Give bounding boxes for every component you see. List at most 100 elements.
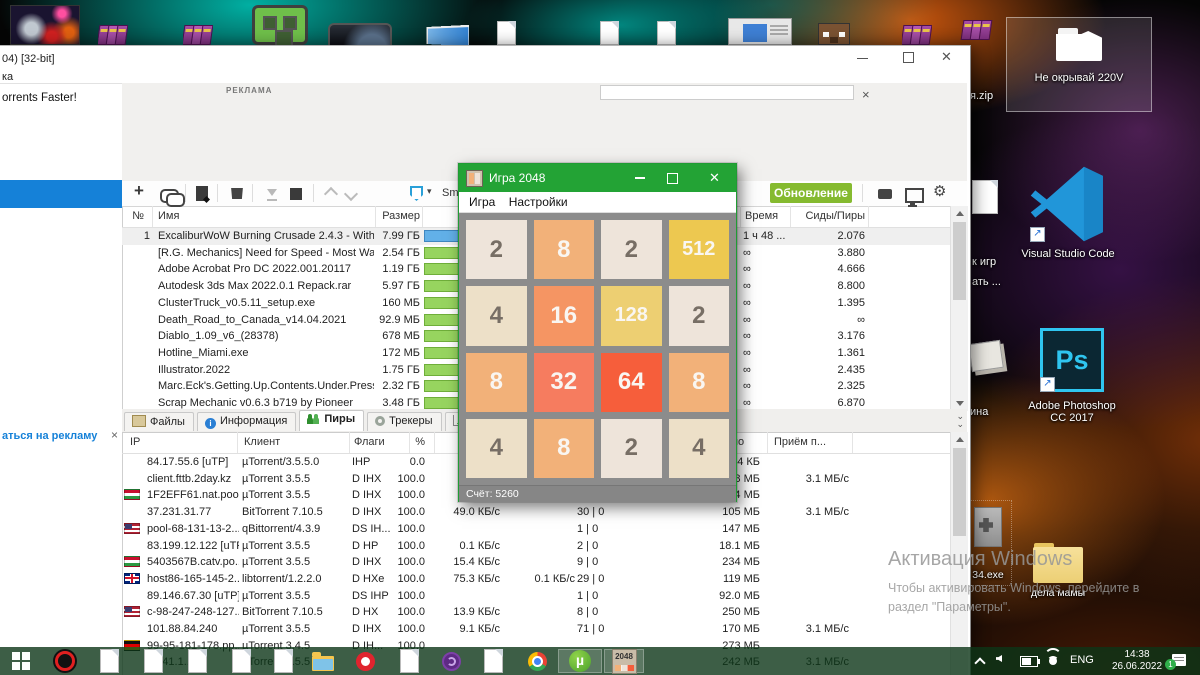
taskbar-chrome-button[interactable] — [524, 649, 550, 673]
report-ad-link[interactable]: аться на рекламу — [2, 430, 97, 442]
add-torrent-button[interactable]: + — [134, 183, 144, 199]
remote-devices-icon[interactable] — [905, 185, 924, 203]
photoshop-icon: Ps ↗ — [1040, 328, 1104, 392]
taskbar-game-2048-button[interactable]: 2048 — [604, 649, 644, 673]
stop-button[interactable] — [290, 185, 302, 200]
desktop-icon-game-thumbnail[interactable] — [10, 0, 80, 45]
tile-4: 4 — [466, 286, 527, 345]
menu-game[interactable]: Игра — [469, 195, 495, 209]
taskbar-document-button[interactable] — [184, 649, 210, 673]
taskbar-folder-button[interactable] — [310, 649, 336, 673]
tab-трекеры[interactable]: Трекеры — [367, 412, 441, 431]
col-pct[interactable]: % — [378, 436, 425, 448]
vscode-label: Visual Studio Code — [1008, 248, 1128, 260]
game-maximize-button[interactable] — [667, 173, 678, 184]
taskbar-document-button[interactable] — [140, 649, 166, 673]
game-minimize-button[interactable] — [635, 177, 645, 179]
tile-2: 2 — [466, 220, 527, 279]
taskbar-document-button[interactable] — [228, 649, 254, 673]
taskbar-clock[interactable]: 14:38 26.06.2022 — [1106, 649, 1168, 673]
peer-row[interactable]: 101.88.84.240µTorrent 3.5.5D IHX100.09.1… — [122, 621, 950, 638]
desktop-icon-creeper-icon[interactable] — [252, 0, 308, 45]
start-download-button[interactable] — [267, 185, 277, 201]
taskbar-opera-button[interactable] — [352, 649, 378, 673]
volume-icon[interactable] — [996, 655, 1002, 662]
taskbar-start-button[interactable] — [8, 649, 34, 673]
desktop-icon-winrar-icon[interactable] — [98, 0, 128, 45]
shield-caret-icon[interactable]: ▾ — [427, 186, 432, 197]
game-2048-app-icon — [466, 170, 483, 187]
icon-label-fragment: к игр — [972, 256, 996, 268]
report-ad-close-icon[interactable]: × — [111, 428, 118, 442]
move-down-button[interactable] — [346, 189, 356, 199]
peer-row[interactable]: 83.199.12.122 [uTP]µTorrent 3.5.5D HP100… — [122, 538, 950, 555]
taskbar-screen-recorder-button[interactable] — [52, 649, 78, 673]
taskbar-document-button[interactable] — [396, 649, 422, 673]
move-up-button[interactable] — [326, 185, 336, 199]
peer-row[interactable]: c-98-247-248-127....BitTorrent 7.10.5D H… — [122, 604, 950, 621]
ad-search-box[interactable] — [600, 85, 854, 100]
minimize-button[interactable] — [857, 58, 868, 59]
desktop-icon-document-icon[interactable] — [600, 0, 619, 45]
menu-settings[interactable]: Настройки — [509, 195, 568, 209]
shield-icon[interactable] — [410, 186, 423, 201]
update-button[interactable]: Обновление — [770, 183, 852, 203]
country-flag-icon-hu — [124, 489, 140, 500]
col-ip[interactable]: IP — [130, 436, 140, 448]
clipped-cube-icon — [968, 340, 1004, 372]
desktop-icon-folder-220v[interactable]: Не окрывай 220V — [1006, 17, 1152, 112]
remove-torrent-button[interactable] — [230, 183, 244, 199]
desktop-icon-minecraft-head-icon[interactable] — [818, 0, 850, 45]
peer-row[interactable]: 5403567B.catv.po...µTorrent 3.5.5D IHX10… — [122, 554, 950, 571]
desktop-icon-photoshop[interactable]: Ps ↗ Adobe Photoshop CC 2017 — [1012, 328, 1132, 424]
tab-информация[interactable]: iИнформация — [197, 412, 296, 431]
desktop-icon-winrar-icon[interactable] — [902, 0, 932, 45]
taskbar-document-button[interactable] — [96, 649, 122, 673]
wifi-icon[interactable] — [1046, 654, 1060, 666]
battery-icon[interactable] — [1020, 656, 1038, 667]
sidebar-selected-item[interactable] — [0, 180, 122, 208]
col-name[interactable]: Имя — [158, 210, 179, 222]
torrent-list-scrollbar[interactable] — [950, 206, 968, 411]
settings-gear-icon[interactable]: ⚙ — [933, 183, 946, 201]
taskbar-tor-browser-button[interactable] — [438, 649, 464, 673]
desktop-icon-document-icon[interactable] — [657, 0, 676, 45]
desktop-icon-winrar-icon[interactable] — [183, 0, 213, 45]
taskbar-document-button[interactable] — [270, 649, 296, 673]
taskbar-document-button[interactable] — [480, 649, 506, 673]
collapse-panel-button[interactable]: ⌄⌄ — [956, 412, 964, 428]
peer-row[interactable]: host86-165-145-2...libtorrent/1.2.2.0D H… — [122, 571, 950, 588]
tab-файлы[interactable]: Файлы — [124, 412, 194, 431]
col-client[interactable]: Клиент — [244, 436, 280, 448]
col-size[interactable]: Размер — [372, 210, 420, 222]
col-ratio[interactable]: Сиды/Пиры — [762, 210, 865, 222]
chat-icon[interactable] — [878, 185, 892, 199]
desktop-icon-window-preview-icon[interactable] — [728, 0, 792, 45]
game-2048-titlebar[interactable]: Игра 2048 ✕ — [459, 164, 736, 192]
game-2048-score: Счёт: 5260 — [459, 485, 736, 502]
language-indicator[interactable]: ENG — [1070, 654, 1094, 666]
desktop-icon-document-icon[interactable] — [497, 0, 516, 45]
tab-пиры[interactable]: Пиры — [299, 410, 364, 431]
col-rate[interactable]: Приём п... — [774, 436, 826, 448]
desktop-icon-vscode[interactable]: ↗ Visual Studio Code — [1008, 166, 1128, 260]
tray-expand-icon[interactable] — [974, 657, 985, 668]
desktop-icon-monitor-icon[interactable] — [423, 0, 469, 45]
col-num[interactable]: № — [122, 210, 144, 222]
game-close-button[interactable]: ✕ — [709, 170, 720, 186]
desktop-icon-exe[interactable]: 34.exe — [964, 500, 1012, 586]
maximize-button[interactable] — [903, 52, 914, 63]
desktop-icon-eve-icon[interactable] — [328, 0, 392, 45]
taskbar-utorrent-button[interactable]: µ — [558, 649, 602, 673]
peer-row[interactable]: 89.146.67.30 [uTP]µTorrent 3.5.5DS IHP10… — [122, 588, 950, 605]
close-button[interactable]: ✕ — [941, 49, 952, 65]
peer-row[interactable]: 37.231.31.77BitTorrent 7.10.5D IHX100.04… — [122, 504, 950, 521]
ad-close-icon[interactable]: × — [862, 87, 870, 102]
create-torrent-button[interactable] — [196, 186, 208, 201]
peer-row[interactable]: pool-68-131-13-2...qBittorrent/4.3.9DS I… — [122, 521, 950, 538]
utorrent-menu-fragment[interactable]: ка — [2, 71, 13, 83]
add-url-button[interactable] — [160, 185, 179, 203]
desktop-icon-mama-folder[interactable]: дела мамы — [1026, 543, 1090, 599]
peers-table-scrollbar[interactable] — [950, 432, 968, 675]
notification-center-icon[interactable]: 1 — [1172, 654, 1186, 666]
